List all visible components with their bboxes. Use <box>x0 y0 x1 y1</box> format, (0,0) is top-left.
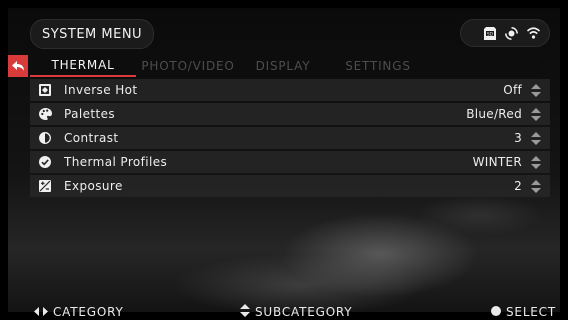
tab-settings-label: SETTINGS <box>345 59 411 73</box>
tab-display-label: DISPLAY <box>255 59 311 73</box>
status-bar: SD <box>460 19 550 47</box>
system-menu-label: SYSTEM MENU <box>41 26 143 42</box>
tab-display[interactable]: DISPLAY <box>240 55 326 77</box>
subcategory-hint-label: SUBCATEGORY <box>255 304 353 319</box>
select-hint-label: SELECT <box>506 304 556 319</box>
system-menu-title: SYSTEM MENU <box>30 19 154 49</box>
setting-row-inverse-hot[interactable]: Inverse Hot Off <box>30 79 550 101</box>
select-hint: SELECT <box>491 303 556 320</box>
up-down-arrows-icon[interactable] <box>530 107 542 121</box>
palettes-label: Palettes <box>64 107 116 121</box>
setting-row-palettes[interactable]: Palettes Blue/Red <box>30 103 550 125</box>
thermal-profiles-value: WINTER <box>472 155 522 169</box>
contrast-value: 3 <box>514 131 522 145</box>
palettes-value: Blue/Red <box>466 107 522 121</box>
palette-icon <box>38 107 52 121</box>
back-button[interactable] <box>8 55 28 77</box>
tab-thermal-label: THERMAL <box>51 58 115 72</box>
button-hints-footer: CATEGORY SUBCATEGORY SELECT <box>0 303 568 320</box>
tab-thermal[interactable]: THERMAL <box>30 55 136 77</box>
exposure-icon <box>38 179 52 193</box>
select-dot-icon <box>491 305 502 319</box>
left-right-arrows-icon <box>34 305 48 319</box>
subcategory-hint: SUBCATEGORY <box>240 303 352 320</box>
wifi-icon <box>527 27 540 39</box>
exposure-label: Exposure <box>64 179 123 193</box>
svg-text:SD: SD <box>487 31 493 36</box>
inverse-hot-icon <box>38 83 52 97</box>
exposure-value: 2 <box>514 179 522 193</box>
check-circle-icon <box>38 155 52 169</box>
up-down-arrows-icon[interactable] <box>530 179 542 193</box>
inverse-hot-label: Inverse Hot <box>64 83 138 97</box>
thermal-profiles-label: Thermal Profiles <box>64 155 168 169</box>
tab-photo-video[interactable]: PHOTO/VIDEO <box>136 55 240 77</box>
setting-row-exposure[interactable]: Exposure 2 <box>30 175 550 197</box>
category-hint: CATEGORY <box>34 303 124 320</box>
category-hint-label: CATEGORY <box>53 304 124 319</box>
setting-row-contrast[interactable]: Contrast 3 <box>30 127 550 149</box>
tab-photo-video-label: PHOTO/VIDEO <box>141 59 235 73</box>
gps-icon <box>505 26 518 40</box>
thermal-settings-list: Inverse Hot Off Palettes Blue/Red Contra… <box>30 79 550 199</box>
sd-card-icon: SD <box>484 26 496 40</box>
back-arrow-icon <box>11 57 25 76</box>
up-down-arrows-icon <box>240 303 250 320</box>
tab-settings[interactable]: SETTINGS <box>326 55 430 77</box>
contrast-label: Contrast <box>64 131 119 145</box>
setting-row-thermal-profiles[interactable]: Thermal Profiles WINTER <box>30 151 550 173</box>
inverse-hot-value: Off <box>503 83 522 97</box>
contrast-icon <box>38 131 52 145</box>
up-down-arrows-icon[interactable] <box>530 131 542 145</box>
up-down-arrows-icon[interactable] <box>530 155 542 169</box>
up-down-arrows-icon[interactable] <box>530 83 542 97</box>
category-tabs: THERMAL PHOTO/VIDEO DISPLAY SETTINGS <box>30 55 540 77</box>
